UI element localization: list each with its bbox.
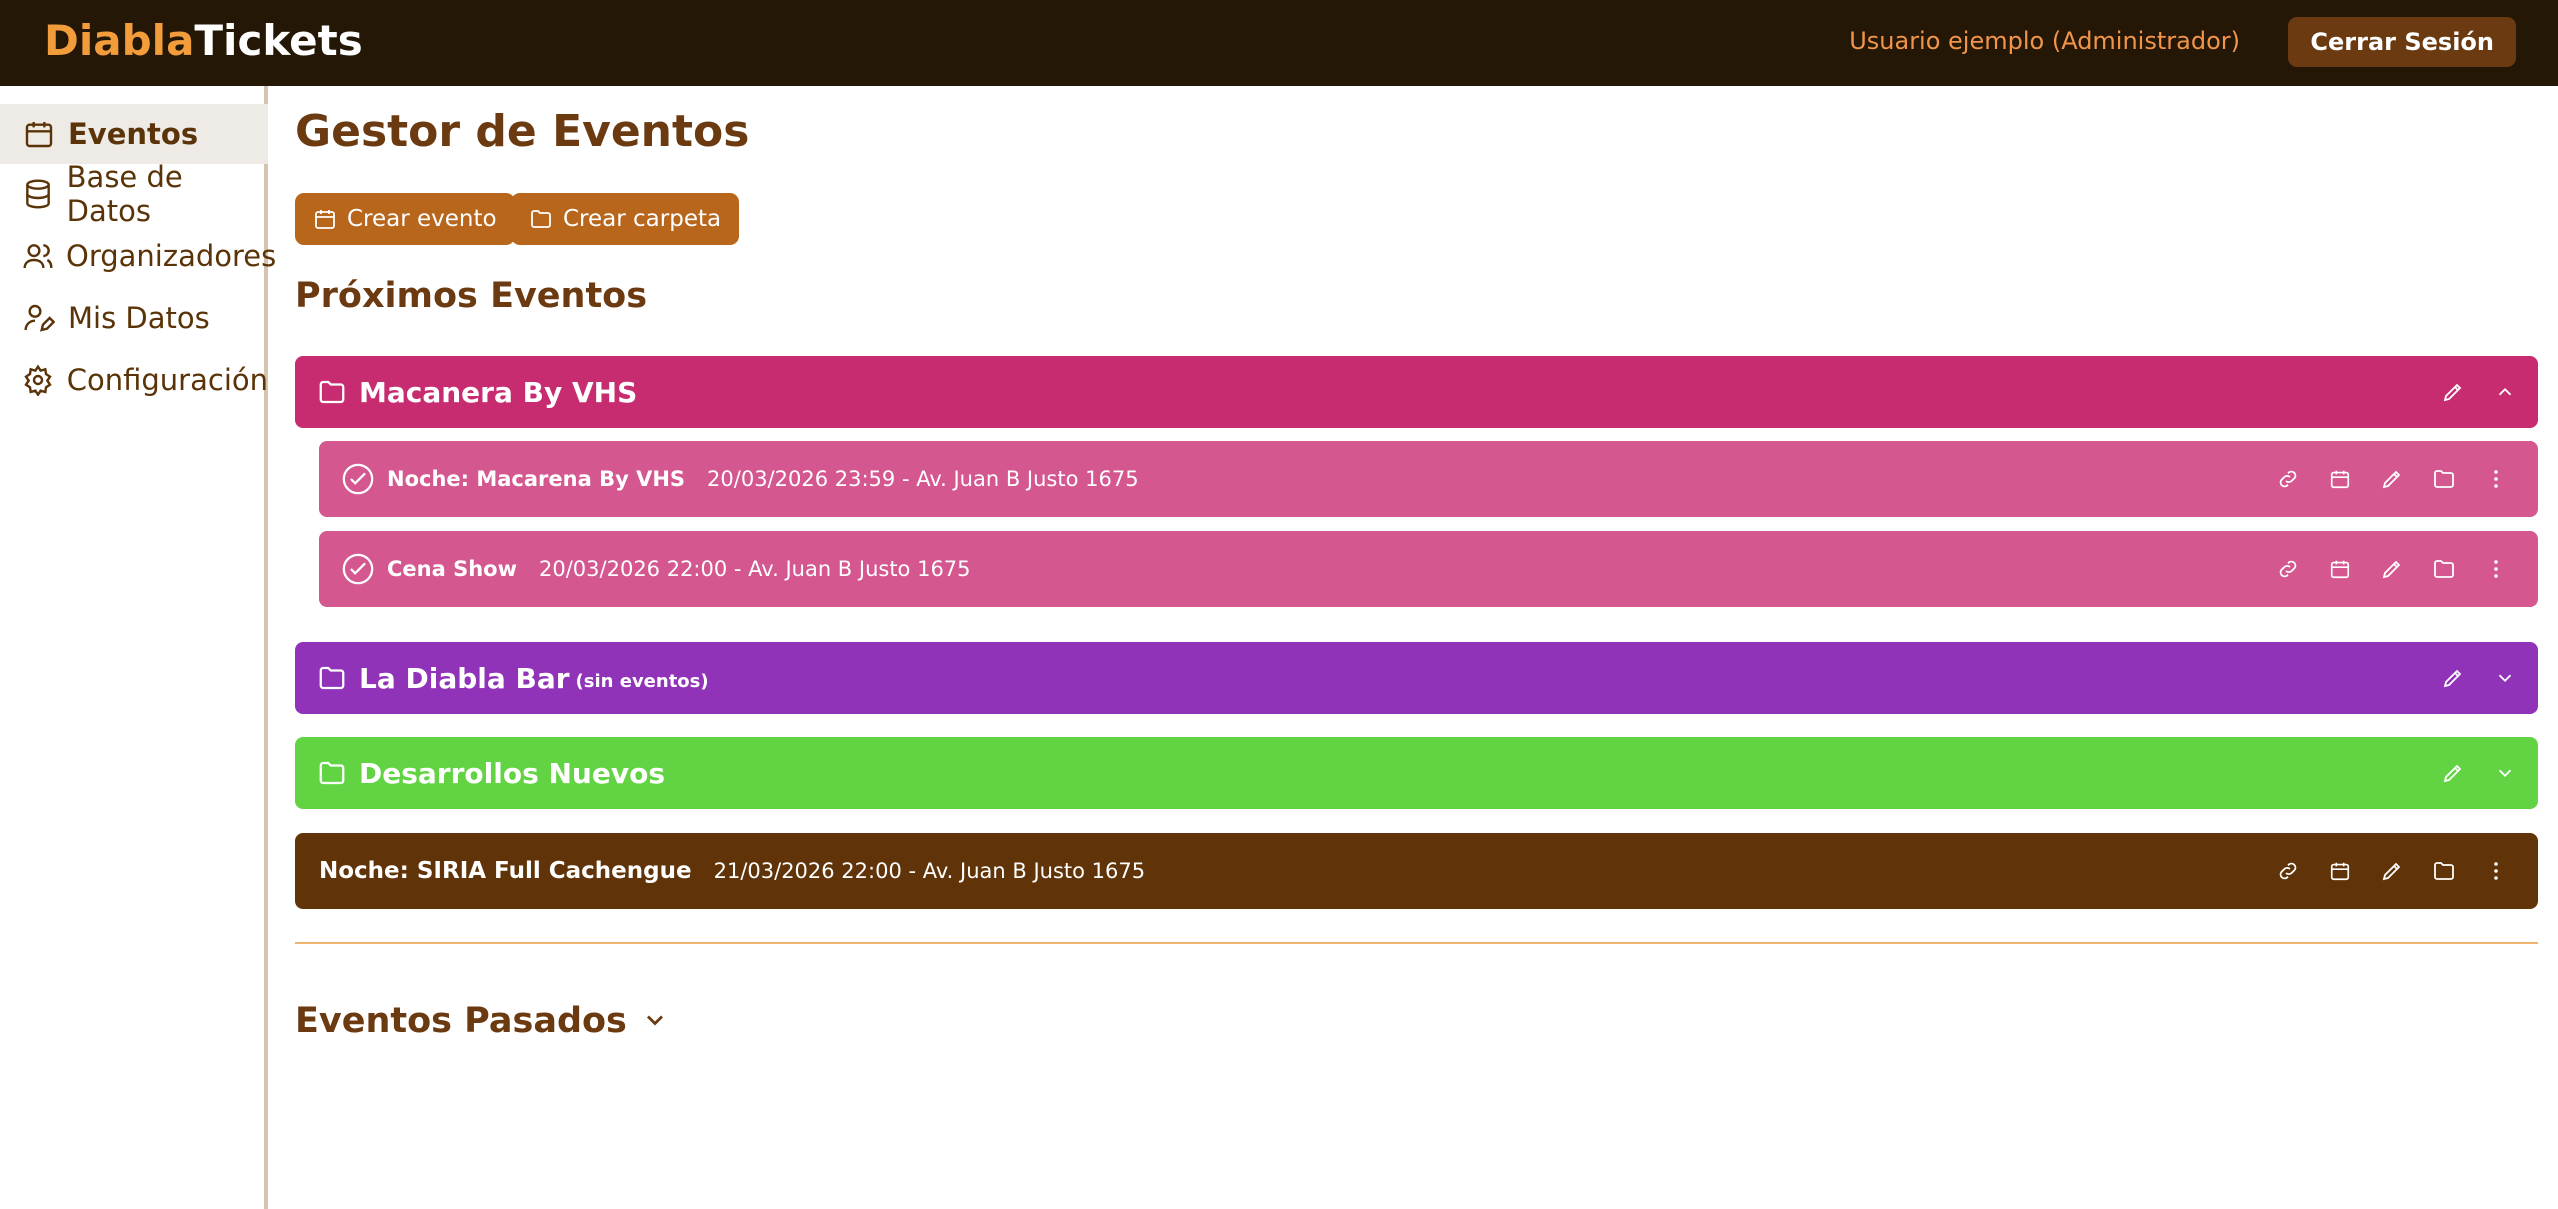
database-icon <box>22 177 55 211</box>
page-title: Gestor de Eventos <box>295 106 750 157</box>
sidebar-item-configuracion[interactable]: Configuración <box>0 350 268 410</box>
app-logo[interactable]: DiablaTickets <box>44 16 363 65</box>
create-event-label: Crear evento <box>347 206 497 232</box>
sidebar-item-mis-datos[interactable]: Mis Datos <box>0 288 268 348</box>
gear-icon <box>22 363 55 397</box>
sidebar-item-label: Base de Datos <box>66 160 183 228</box>
edit-icon[interactable] <box>2378 465 2406 493</box>
sidebar-item-eventos[interactable]: Eventos <box>0 104 268 164</box>
edit-icon[interactable] <box>2378 857 2406 885</box>
calendar-icon[interactable] <box>2326 465 2354 493</box>
main-content: Gestor de Eventos Crear evento Crear car… <box>295 86 2538 1209</box>
edit-icon[interactable] <box>2378 555 2406 583</box>
folder-macanera[interactable]: Macanera By VHS <box>295 356 2538 428</box>
sidebar-item-base-de-datos[interactable]: Base de Datos <box>0 160 268 228</box>
user-label: Usuario ejemplo (Administrador) <box>1849 27 2240 55</box>
sidebar-item-label: Configuración <box>66 363 268 397</box>
logo-part-2: Tickets <box>194 16 363 65</box>
event-meta: 21/03/2026 22:00 - Av. Juan B Justo 1675 <box>713 859 1146 883</box>
event-title: Noche: Macarena By VHS <box>387 467 686 491</box>
users-icon <box>22 239 54 273</box>
create-folder-label: Crear carpeta <box>563 206 722 232</box>
folder-icon <box>317 663 347 693</box>
user-edit-icon <box>22 301 56 335</box>
sidebar-item-label: Mis Datos <box>68 301 210 335</box>
sidebar-item-label: Organizadores <box>66 239 277 273</box>
chevron-down-icon[interactable] <box>2490 663 2520 693</box>
chevron-up-icon[interactable] <box>2490 377 2520 407</box>
folder-desarrollos-nuevos[interactable]: Desarrollos Nuevos <box>295 737 2538 809</box>
folder-icon[interactable] <box>2430 555 2458 583</box>
check-circle-icon <box>341 462 375 496</box>
folder-icon[interactable] <box>2430 857 2458 885</box>
logo-part-1: Diabla <box>44 16 195 65</box>
top-bar: DiablaTickets Usuario ejemplo (Administr… <box>0 0 2558 86</box>
calendar-icon <box>22 117 56 151</box>
event-row[interactable]: Noche: SIRIA Full Cachengue 21/03/2026 2… <box>295 833 2538 909</box>
past-events-title: Eventos Pasados <box>295 1001 627 1041</box>
upcoming-events-title: Próximos Eventos <box>295 276 648 316</box>
folder-icon <box>317 377 347 407</box>
edit-icon[interactable] <box>2438 758 2468 788</box>
event-meta: 20/03/2026 23:59 - Av. Juan B Justo 1675 <box>707 467 1139 491</box>
folder-name: Macanera By VHS <box>359 375 638 409</box>
link-icon[interactable] <box>2274 555 2302 583</box>
sidebar: Eventos Base de Datos Organizadores Mis … <box>0 86 276 1209</box>
more-vertical-icon[interactable] <box>2482 857 2510 885</box>
folder-name: Desarrollos Nuevos <box>359 756 666 790</box>
more-vertical-icon[interactable] <box>2482 555 2510 583</box>
link-icon[interactable] <box>2274 857 2302 885</box>
folder-icon[interactable] <box>2430 465 2458 493</box>
past-events-toggle[interactable]: Eventos Pasados <box>295 1001 671 1041</box>
calendar-icon[interactable] <box>2326 555 2354 583</box>
event-title: Cena Show <box>387 557 517 581</box>
folder-icon <box>317 758 347 788</box>
edit-icon[interactable] <box>2438 663 2468 693</box>
chevron-down-icon[interactable] <box>2490 758 2520 788</box>
event-row[interactable]: Noche: Macarena By VHS 20/03/2026 23:59 … <box>319 441 2538 517</box>
chevron-down-icon <box>641 1006 671 1036</box>
logout-button[interactable]: Cerrar Sesión <box>2288 17 2516 67</box>
sidebar-item-label: Eventos <box>68 117 199 151</box>
folder-icon <box>529 207 553 231</box>
section-divider <box>295 942 2538 944</box>
sidebar-item-organizadores[interactable]: Organizadores <box>0 226 276 286</box>
folder-note: (sin eventos) <box>575 670 709 692</box>
event-meta: 20/03/2026 22:00 - Av. Juan B Justo 1675 <box>539 557 971 581</box>
calendar-icon <box>313 207 337 231</box>
calendar-icon[interactable] <box>2326 857 2354 885</box>
edit-icon[interactable] <box>2438 377 2468 407</box>
create-event-button[interactable]: Crear evento <box>295 193 515 245</box>
event-title: Noche: SIRIA Full Cachengue <box>319 858 692 884</box>
folder-la-diabla-bar[interactable]: La Diabla Bar (sin eventos) <box>295 642 2538 714</box>
check-circle-icon <box>341 552 375 586</box>
event-row[interactable]: Cena Show 20/03/2026 22:00 - Av. Juan B … <box>319 531 2538 607</box>
create-folder-button[interactable]: Crear carpeta <box>511 193 740 245</box>
more-vertical-icon[interactable] <box>2482 465 2510 493</box>
link-icon[interactable] <box>2274 465 2302 493</box>
folder-name: La Diabla Bar <box>359 661 570 695</box>
